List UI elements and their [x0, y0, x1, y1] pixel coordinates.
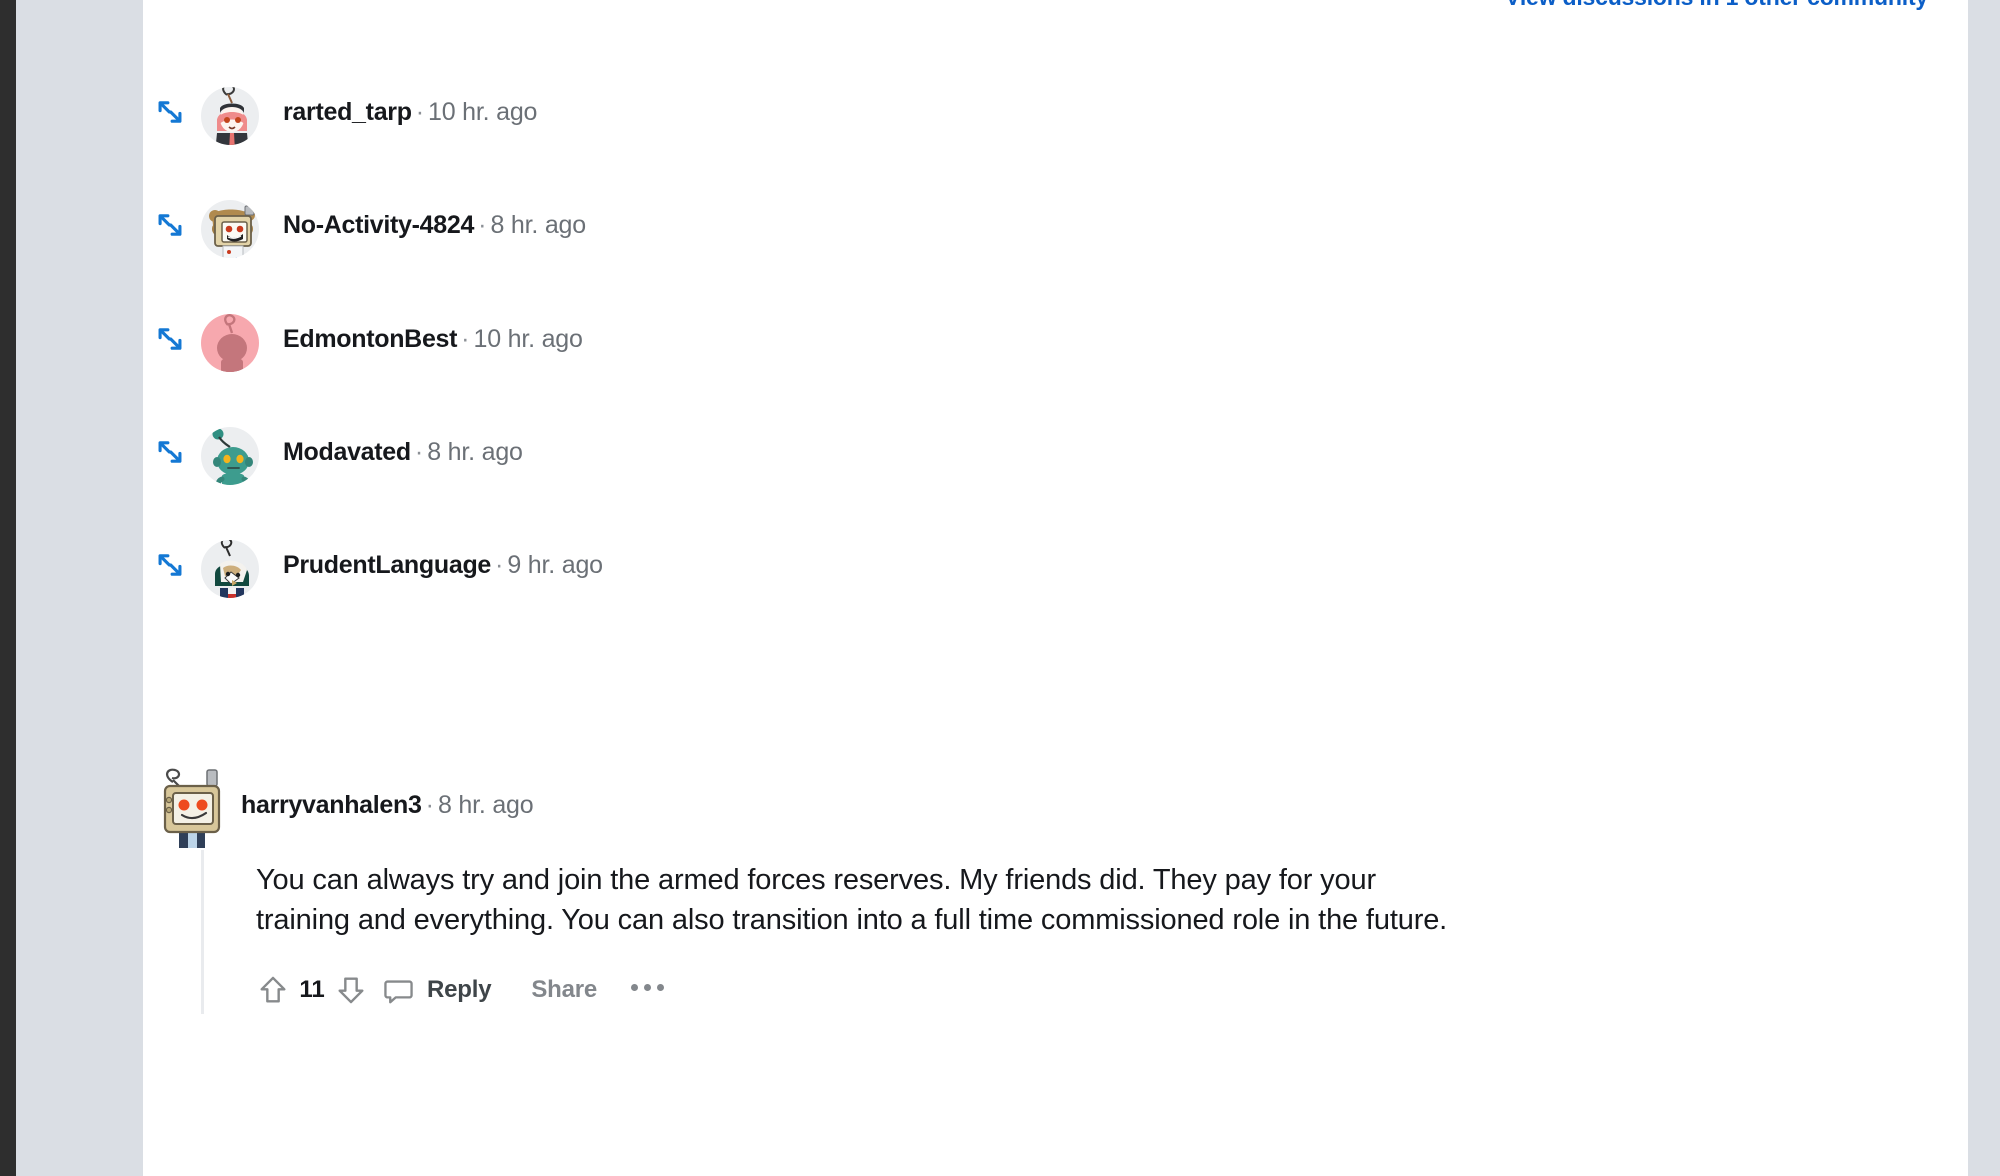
comment-timestamp: 9 hr. ago [507, 550, 603, 579]
avatar[interactable] [201, 194, 263, 258]
browser-window-edge [0, 0, 16, 1176]
avatar-background [201, 314, 259, 372]
more-options-icon [631, 983, 639, 991]
comment-timestamp: 10 hr. ago [473, 324, 583, 353]
comment-author-username[interactable]: rarted_tarp [283, 98, 412, 126]
vote-count: 11 [299, 976, 325, 1004]
view-other-community-link[interactable]: View discussions in 1 other community [1505, 0, 1928, 11]
collapsed-comment-row[interactable]: PrudentLanguage · 9 hr. ago [143, 513, 1743, 617]
expand-comment-button[interactable] [151, 433, 189, 471]
comment-byline: PrudentLanguage · 9 hr. ago [283, 550, 603, 579]
snoo-teal-yellow-eyes-icon [201, 427, 259, 485]
comment-thread-harryvanhalen3: harryvanhalen3 · 8 hr. ago You can always … [143, 760, 1843, 1015]
expand-diagonal-icon [153, 322, 187, 356]
comment-body-text: You can always try and join the armed fo… [256, 864, 1448, 937]
vote-group: 11 [256, 973, 368, 1007]
byline-separator: · [461, 324, 470, 353]
collapsed-comment-row[interactable]: No-Activity-4824 · 8 hr. ago [143, 173, 1743, 277]
expand-comment-button[interactable] [151, 320, 189, 358]
snoo-silhouette-pink-icon [201, 314, 259, 372]
expand-diagonal-icon [153, 208, 187, 242]
expand-comment-button[interactable] [151, 546, 189, 584]
comment-header: harryvanhalen3 · 8 hr. ago [143, 760, 1843, 850]
more-options-button[interactable] [631, 983, 665, 997]
avatar[interactable] [201, 308, 263, 372]
collapsed-comment-row[interactable]: rarted_tarp · 10 hr. ago [143, 60, 1743, 164]
reply-button[interactable]: Reply [382, 974, 492, 1007]
avatar-background [201, 200, 259, 258]
snoo-tv-head-tan-icon [201, 200, 259, 258]
comment-timestamp: 8 hr. ago [437, 790, 534, 819]
comment-thread-line-body: You can always try and join the armed fo… [201, 850, 1843, 1015]
avatar[interactable] [201, 534, 263, 598]
byline-separator: · [478, 210, 487, 239]
expand-comment-button[interactable] [151, 93, 189, 131]
snoo-eagle-helmet-icon [201, 540, 259, 598]
avatar-background [201, 87, 259, 145]
byline-separator: · [414, 437, 424, 466]
comment-byline: harryvanhalen3 · 8 hr. ago [241, 790, 534, 820]
collapsed-comment-row[interactable]: EdmontonBest · 10 hr. ago [143, 287, 1743, 391]
comment-action-bar: 11 Reply Share [256, 966, 1843, 1014]
byline-separator: · [425, 790, 434, 819]
comment-byline: rarted_tarp · 10 hr. ago [283, 97, 538, 126]
byline-separator: · [495, 550, 504, 579]
comment-byline: Modavated · 8 hr. ago [283, 437, 523, 466]
share-button[interactable]: Share [531, 976, 597, 1004]
comment-byline: EdmontonBest · 10 hr. ago [283, 324, 583, 353]
more-options-icon [644, 983, 652, 991]
snoo-red-hijab-icon [201, 87, 259, 145]
more-options-icon [657, 983, 665, 991]
comment-bubble-icon [384, 979, 413, 1003]
snoo-tv-head-robot-icon [163, 768, 221, 848]
downvote-arrow-icon [338, 977, 364, 1004]
comments-content-pane: View discussions in 1 other community [143, 0, 1968, 1176]
collapsed-comment-row[interactable]: Modavated · 8 hr. ago [143, 400, 1743, 504]
avatar[interactable] [151, 760, 231, 850]
expand-diagonal-icon [153, 95, 187, 129]
comment-timestamp: 8 hr. ago [427, 437, 523, 466]
avatar-background [201, 427, 259, 485]
comment-byline: No-Activity-4824 · 8 hr. ago [283, 210, 586, 239]
comment-author-username[interactable]: harryvanhalen3 [241, 791, 422, 819]
page-gutter-left [16, 0, 143, 1176]
expand-comment-button[interactable] [151, 206, 189, 244]
avatar-background [201, 540, 259, 598]
byline-separator: · [415, 97, 425, 126]
downvote-button[interactable] [334, 973, 368, 1007]
reply-label: Reply [427, 976, 492, 1004]
comment-author-username[interactable]: No-Activity-4824 [283, 211, 474, 239]
avatar[interactable] [201, 421, 263, 485]
expand-diagonal-icon [153, 548, 187, 582]
expand-diagonal-icon [153, 435, 187, 469]
upvote-button[interactable] [256, 973, 290, 1007]
page-gutter-right [1968, 0, 2000, 1176]
upvote-arrow-icon [260, 976, 286, 1003]
comment-timestamp: 10 hr. ago [428, 97, 538, 126]
comment-author-username[interactable]: Modavated [283, 438, 411, 466]
comment-timestamp: 8 hr. ago [490, 210, 586, 239]
avatar[interactable] [201, 81, 263, 145]
comment-author-username[interactable]: EdmontonBest [283, 325, 457, 353]
comment-author-username[interactable]: PrudentLanguage [283, 551, 491, 579]
